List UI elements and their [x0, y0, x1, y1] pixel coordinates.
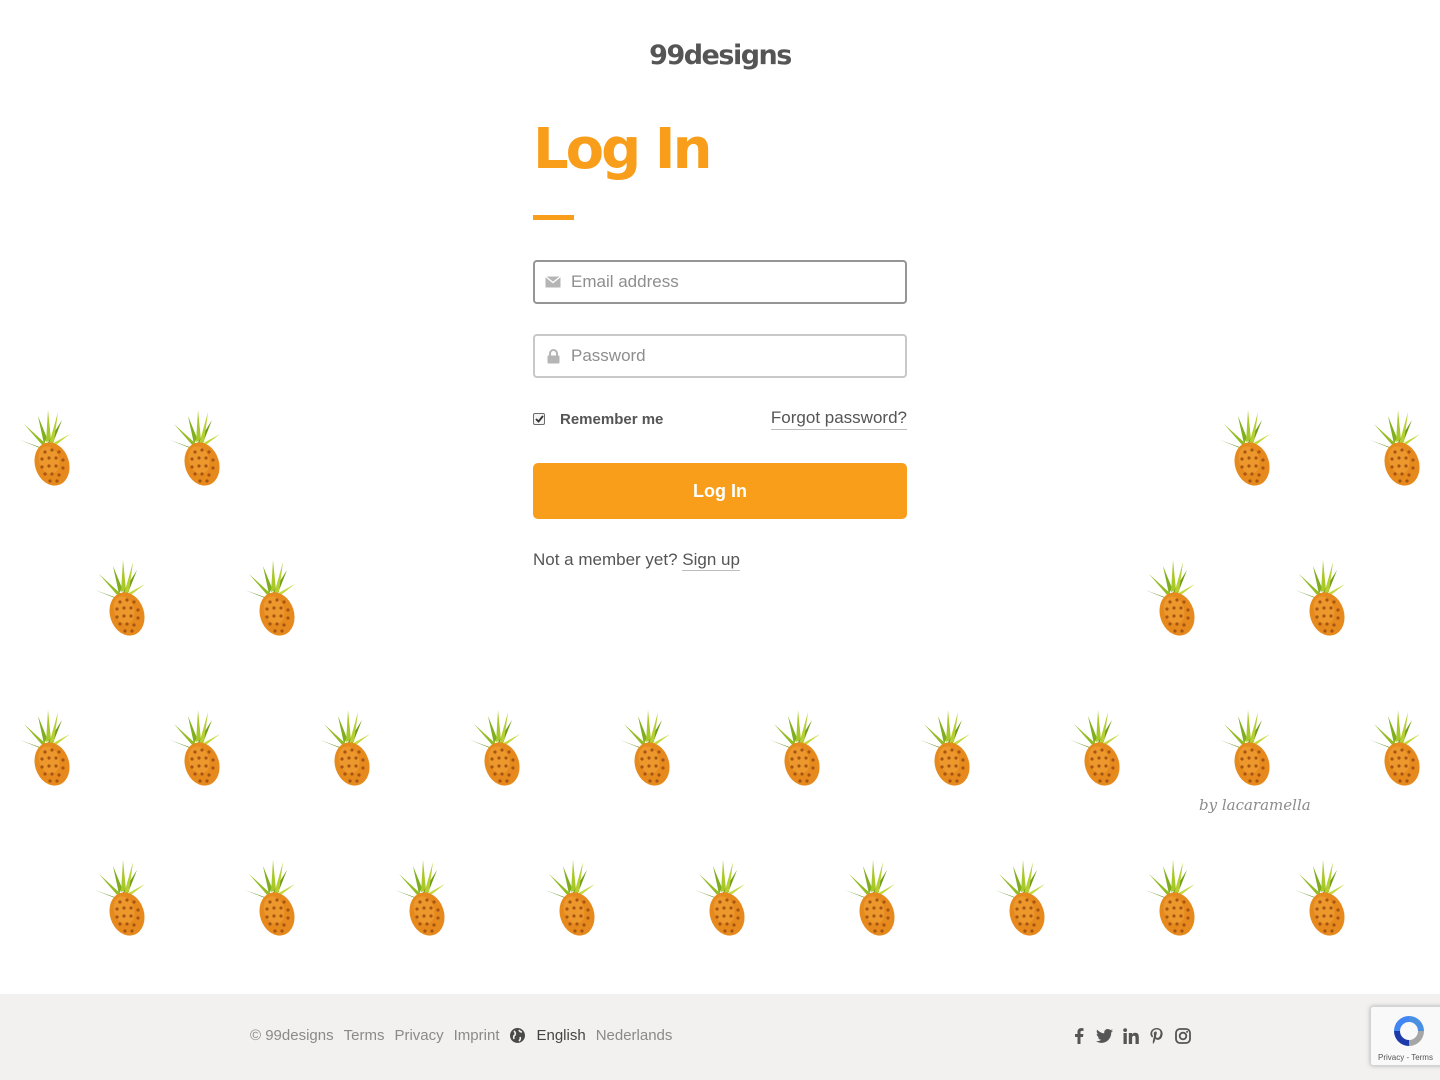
signup-link[interactable]: Sign up: [682, 550, 740, 571]
footer-link-terms[interactable]: Terms: [344, 1027, 385, 1044]
twitter-icon[interactable]: [1096, 1027, 1113, 1044]
pineapple-icon: [1368, 410, 1426, 488]
copyright: © 99designs: [250, 1027, 334, 1044]
social-links: [1070, 1027, 1200, 1044]
brand-logo[interactable]: 99designs: [0, 40, 1440, 71]
footer-link-privacy[interactable]: Privacy: [394, 1027, 443, 1044]
pineapple-icon: [93, 860, 151, 938]
language-english[interactable]: English: [536, 1027, 585, 1044]
pineapple-icon: [93, 560, 151, 638]
pineapple-icon: [1293, 860, 1351, 938]
pineapple-icon: [918, 710, 976, 788]
forgot-password-link[interactable]: Forgot password?: [770, 408, 907, 430]
pineapple-icon: [1143, 860, 1201, 938]
pineapple-icon: [768, 710, 826, 788]
footer-links: © 99designs Terms Privacy Imprint Englis…: [250, 1027, 682, 1044]
page-title: Log In: [533, 117, 712, 182]
pineapple-icon: [18, 410, 76, 488]
login-form: Log In Remember me Forgot password? Lo: [533, 112, 907, 571]
pineapple-icon: [1293, 560, 1351, 638]
pineapple-icon: [168, 410, 226, 488]
pineapple-icon: [318, 710, 376, 788]
pineapple-icon: [693, 860, 751, 938]
remember-label[interactable]: Remember me: [560, 411, 663, 428]
pineapple-icon: [1218, 410, 1276, 488]
instagram-icon[interactable]: [1174, 1027, 1191, 1044]
login-button[interactable]: Log In: [533, 463, 907, 519]
pineapple-icon: [618, 710, 676, 788]
pineapple-icon: [843, 860, 901, 938]
envelope-icon: [545, 274, 561, 290]
remember-checkbox[interactable]: [533, 413, 545, 425]
pineapple-icon: [18, 710, 76, 788]
footer: © 99designs Terms Privacy Imprint Englis…: [0, 994, 1440, 1080]
pinterest-icon[interactable]: [1148, 1027, 1165, 1044]
pineapple-icon: [243, 860, 301, 938]
recaptcha-links[interactable]: Privacy - Terms: [1378, 1053, 1433, 1062]
remember-row: Remember me Forgot password?: [533, 408, 907, 432]
checkmark-icon: [534, 415, 544, 423]
signup-row: Not a member yet? Sign up: [533, 550, 740, 571]
pineapple-icon: [543, 860, 601, 938]
pineapple-icon: [468, 710, 526, 788]
linkedin-icon[interactable]: [1122, 1027, 1139, 1044]
pineapple-icon: [393, 860, 451, 938]
email-input[interactable]: [571, 264, 891, 300]
signup-prompt: Not a member yet?: [533, 550, 678, 569]
language-nederlands[interactable]: Nederlands: [596, 1027, 673, 1044]
pineapple-icon: [1143, 560, 1201, 638]
recaptcha-icon: [1391, 1013, 1427, 1054]
footer-link-imprint[interactable]: Imprint: [454, 1027, 500, 1044]
pineapple-icon: [1068, 710, 1126, 788]
pineapple-icon: [243, 560, 301, 638]
email-field[interactable]: [533, 260, 907, 304]
pineapple-icon: [1218, 710, 1276, 788]
title-underline: [533, 215, 574, 220]
password-field[interactable]: [533, 334, 907, 378]
pineapple-icon: [168, 710, 226, 788]
password-input[interactable]: [571, 338, 891, 374]
pineapple-icon: [993, 860, 1051, 938]
illustration-credit: by lacaramella: [1199, 796, 1311, 814]
globe-icon: [509, 1027, 526, 1044]
pineapple-icon: [1368, 710, 1426, 788]
lock-icon: [545, 348, 561, 364]
facebook-icon[interactable]: [1070, 1027, 1087, 1044]
recaptcha-badge[interactable]: Privacy - Terms: [1370, 1006, 1440, 1066]
